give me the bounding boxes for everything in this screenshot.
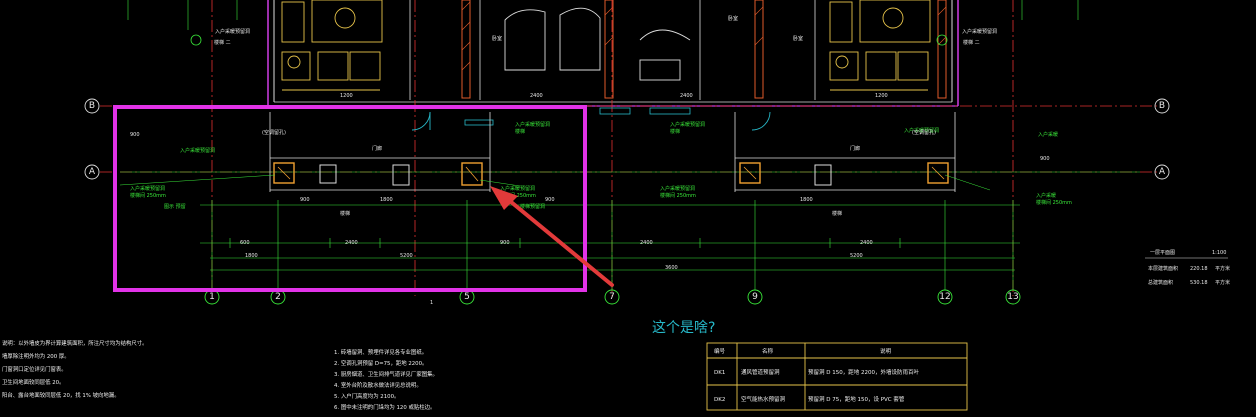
- note-mid-1: 1. 砖墙留洞、预埋件详见各专业图纸。: [334, 348, 427, 356]
- section-mark: 1: [430, 300, 433, 306]
- axis-label-b-left: B: [89, 101, 95, 111]
- table-row2-name: 空气能热水预留洞: [741, 395, 786, 403]
- svg-text:楼梯间 250mm: 楼梯间 250mm: [130, 192, 166, 199]
- axis-5: 5: [464, 292, 470, 302]
- svg-text:入户采暖预留洞: 入户采暖预留洞: [515, 121, 550, 128]
- note-left-5: 阳台、露台地面较同层低 20，找 1% 坡向地漏。: [2, 391, 120, 399]
- note-mid-2: 2. 空调孔洞预留 D=75，距地 2200。: [334, 359, 427, 367]
- axis-13: 13: [1007, 292, 1018, 302]
- room-label-stair-right: 楼梯: [832, 210, 842, 217]
- svg-text:楼梯间 250mm: 楼梯间 250mm: [660, 192, 696, 199]
- svg-text:入户采暖预留洞: 入户采暖预留洞: [962, 28, 997, 35]
- dim-5200: 5200: [400, 253, 413, 259]
- room-label-left-hall: 门廊: [372, 145, 382, 152]
- svg-text:楼梯: 楼梯: [515, 128, 525, 135]
- svg-text:入户采暖: 入户采暖: [1036, 192, 1056, 199]
- svg-text:900: 900: [1040, 156, 1050, 162]
- svg-text:900: 900: [130, 132, 140, 138]
- table-row1-desc: 预留洞 D 150，距地 2200，外墙设防雨百叶: [808, 368, 919, 376]
- svg-text:入户采暖预留洞: 入户采暖预留洞: [660, 185, 695, 192]
- axis-9: 9: [752, 292, 758, 302]
- note-left-2: 墙厚除注明外均为 200 厚。: [2, 352, 70, 360]
- svg-text:入户采暖预留洞: 入户采暖预留洞: [215, 28, 250, 35]
- svg-text:楼梯间 250mm: 楼梯间 250mm: [1036, 199, 1072, 206]
- svg-text:入户采暖预留洞: 入户采暖预留洞: [670, 121, 705, 128]
- svg-text:楼梯 二: 楼梯 二: [214, 39, 231, 46]
- svg-text:3600: 3600: [665, 265, 678, 271]
- axis-7: 7: [609, 292, 615, 302]
- svg-text:卧室: 卧室: [492, 35, 502, 42]
- svg-text:600: 600: [240, 240, 250, 246]
- legend-row1-label: 本层建筑面积: [1148, 265, 1178, 272]
- room-label-stair-left: 楼梯: [340, 210, 350, 217]
- note-left-3: 门窗洞口定位详见门窗表。: [2, 365, 67, 373]
- legend-row2-value: 530.18: [1190, 280, 1208, 286]
- question-text: 这个是啥?: [652, 319, 715, 336]
- table-row2-code: DK2: [714, 397, 725, 403]
- dim-2400-right: 2400: [860, 240, 873, 246]
- svg-text:入户采暖预留洞: 入户采暖预留洞: [500, 185, 535, 192]
- svg-text:1800: 1800: [800, 197, 813, 203]
- table-row1-code: DK1: [714, 370, 725, 376]
- svg-text:(空调留孔): (空调留孔): [262, 129, 286, 136]
- svg-text:2400: 2400: [680, 93, 693, 99]
- table-row1-name: 通风管道预留洞: [741, 368, 780, 376]
- room-label-right-hall: 门廊: [850, 145, 860, 152]
- note-mid-6: 6. 图中未注明的门垛均为 120 或贴柱边。: [334, 403, 435, 411]
- axis-12: 12: [939, 292, 950, 302]
- axis-label-a-right: A: [1159, 167, 1166, 177]
- legend-row2-label: 总建筑面积: [1148, 279, 1173, 286]
- note-mid-3: 3. 厨房烟道、卫生间排气道详见厂家图集。: [334, 370, 438, 378]
- legend-row1-value: 220.18: [1190, 266, 1208, 272]
- svg-text:1200: 1200: [875, 93, 888, 99]
- legend-scale: 1:100: [1212, 250, 1226, 256]
- note-left-1: 说明：以外墙皮为界计算建筑面积，所注尺寸均为结构尺寸。: [2, 339, 148, 347]
- svg-text:2400: 2400: [640, 240, 653, 246]
- svg-text:2400: 2400: [530, 93, 543, 99]
- axis-2: 2: [275, 292, 281, 302]
- svg-text:900: 900: [500, 240, 510, 246]
- svg-text:入户采暖预留洞: 入户采暖预留洞: [180, 147, 215, 154]
- svg-text:楼梯 二: 楼梯 二: [963, 39, 980, 46]
- svg-text:900: 900: [545, 197, 555, 203]
- axis-label-b-right: B: [1159, 101, 1165, 111]
- note-mid-5: 5. 入户门高度均为 2100。: [334, 392, 399, 400]
- svg-text:卧室: 卧室: [793, 35, 803, 42]
- table-header-desc: 说明: [880, 347, 892, 355]
- axis-1: 1: [209, 292, 215, 302]
- table-header-name: 名称: [762, 347, 774, 355]
- svg-text:楼梯预留洞: 楼梯预留洞: [520, 203, 545, 210]
- svg-text:1800: 1800: [245, 253, 258, 259]
- svg-text:(空调留孔): (空调留孔): [912, 129, 936, 136]
- svg-text:入户采暖: 入户采暖: [1038, 131, 1058, 138]
- table-header-code: 编号: [714, 347, 726, 355]
- legend-title: 一层平面图: [1150, 250, 1175, 256]
- svg-text:1800: 1800: [380, 197, 393, 203]
- svg-text:入户采暖预留洞: 入户采暖预留洞: [130, 185, 165, 192]
- svg-text:楼梯: 楼梯: [670, 128, 680, 135]
- legend-row1-unit: 平方米: [1215, 265, 1230, 272]
- axis-label-a-left: A: [89, 167, 96, 177]
- dim-2400-left: 2400: [345, 240, 358, 246]
- note-mid-4: 4. 室外台阶及散水做法详见总说明。: [334, 381, 422, 389]
- svg-text:卧室: 卧室: [728, 15, 738, 22]
- note-left-4: 卫生间地面较同层低 20。: [2, 378, 64, 386]
- svg-text:图示 预留: 图示 预留: [164, 203, 186, 210]
- legend-row2-unit: 平方米: [1215, 279, 1230, 286]
- svg-text:1200: 1200: [340, 93, 353, 99]
- table-row2-desc: 预留洞 D 75，距地 150，设 PVC 套管: [808, 395, 905, 403]
- svg-text:5200: 5200: [850, 253, 863, 259]
- cad-drawing: 入户采暖预留洞 楼梯 二 入户采暖预留洞 楼梯 二 卧室 卧室 卧室 1200 …: [0, 0, 1256, 417]
- svg-text:900: 900: [300, 197, 310, 203]
